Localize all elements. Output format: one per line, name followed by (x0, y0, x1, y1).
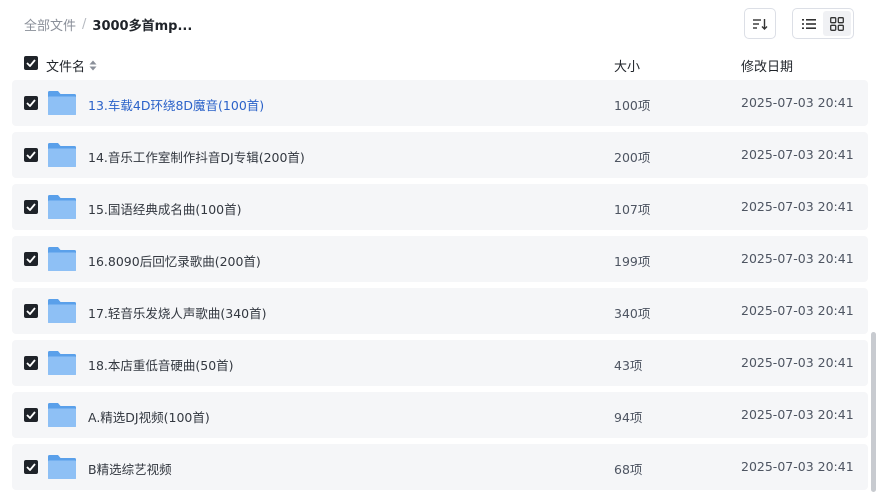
file-list: 13.车载4D环绕8D魔音(100首) 100项 2025-07-03 20:41 1… (12, 80, 868, 495)
file-name[interactable]: 16.8090后回忆录歌曲(200首) (88, 251, 261, 270)
row-checkbox[interactable] (24, 460, 38, 474)
checkmark-icon (26, 99, 36, 107)
file-name[interactable]: 14.音乐工作室制作抖音DJ专辑(200首) (88, 147, 305, 166)
file-row[interactable]: 13.车载4D环绕8D魔音(100首) 100项 2025-07-03 20:41 (12, 80, 868, 126)
sort-descending-icon (753, 18, 768, 30)
folder-icon (47, 89, 77, 116)
folder-icon (47, 401, 77, 428)
sort-toggle-icon (89, 60, 97, 71)
checkmark-icon (26, 59, 36, 67)
breadcrumb: 全部文件 / 3000多首mp... (24, 15, 192, 34)
select-all-checkbox[interactable] (24, 56, 38, 70)
file-size: 94项 (614, 410, 643, 425)
breadcrumb-current-folder: 3000多首mp... (92, 19, 193, 34)
file-size: 68项 (614, 462, 643, 477)
folder-icon (47, 453, 77, 480)
grid-view-button[interactable] (823, 11, 851, 36)
file-name[interactable]: 17.轻音乐发烧人声歌曲(340首) (88, 303, 267, 322)
file-modified-date: 2025-07-03 20:41 (741, 147, 854, 162)
file-name[interactable]: 13.车载4D环绕8D魔音(100首) (88, 95, 264, 114)
column-header-name-label: 文件名 (46, 60, 86, 75)
row-checkbox[interactable] (24, 356, 38, 370)
file-row[interactable]: 15.国语经典成名曲(100首) 107项 2025-07-03 20:41 (12, 184, 868, 230)
vertical-scrollbar[interactable] (871, 332, 876, 492)
file-size: 100项 (614, 98, 651, 113)
top-bar: 全部文件 / 3000多首mp... (0, 0, 878, 48)
file-modified-date: 2025-07-03 20:41 (741, 459, 854, 474)
checkmark-icon (26, 463, 36, 471)
file-name[interactable]: 15.国语经典成名曲(100首) (88, 199, 242, 218)
file-modified-date: 2025-07-03 20:41 (741, 407, 854, 422)
file-size: 199项 (614, 254, 651, 269)
row-checkbox[interactable] (24, 408, 38, 422)
file-size: 340项 (614, 306, 651, 321)
row-checkbox[interactable] (24, 148, 38, 162)
checkmark-icon (26, 255, 36, 263)
file-list-header: 文件名 大小 修改日期 (12, 50, 868, 78)
column-header-name[interactable]: 文件名 (46, 56, 97, 75)
sort-button[interactable] (744, 8, 776, 39)
folder-icon (47, 141, 77, 168)
row-checkbox[interactable] (24, 200, 38, 214)
file-size: 200项 (614, 150, 651, 165)
checkmark-icon (26, 307, 36, 315)
file-row[interactable]: A.精选DJ视频(100首) 94项 2025-07-03 20:41 (12, 392, 868, 438)
list-view-icon (802, 18, 816, 29)
breadcrumb-root-link[interactable]: 全部文件 (24, 15, 76, 34)
file-modified-date: 2025-07-03 20:41 (741, 251, 854, 266)
file-row[interactable]: 17.轻音乐发烧人声歌曲(340首) 340项 2025-07-03 20:41 (12, 288, 868, 334)
view-mode-toggle (792, 8, 854, 39)
row-checkbox[interactable] (24, 96, 38, 110)
grid-view-icon (830, 16, 844, 31)
file-row[interactable]: 18.本店重低音硬曲(50首) 43项 2025-07-03 20:41 (12, 340, 868, 386)
checkmark-icon (26, 359, 36, 367)
file-name[interactable]: B精选综艺视频 (88, 459, 172, 478)
file-size: 107项 (614, 202, 651, 217)
folder-icon (47, 193, 77, 220)
file-modified-date: 2025-07-03 20:41 (741, 303, 854, 318)
row-checkbox[interactable] (24, 304, 38, 318)
folder-icon (47, 245, 77, 272)
file-modified-date: 2025-07-03 20:41 (741, 355, 854, 370)
file-row[interactable]: 14.音乐工作室制作抖音DJ专辑(200首) 200项 2025-07-03 20:… (12, 132, 868, 178)
checkmark-icon (26, 151, 36, 159)
file-name[interactable]: A.精选DJ视频(100首) (88, 407, 210, 426)
breadcrumb-separator: / (82, 17, 87, 32)
file-row[interactable]: B精选综艺视频 68项 2025-07-03 20:41 (12, 444, 868, 490)
column-header-modified[interactable]: 修改日期 (741, 56, 793, 75)
file-modified-date: 2025-07-03 20:41 (741, 95, 854, 110)
list-view-button[interactable] (795, 11, 823, 36)
checkmark-icon (26, 411, 36, 419)
file-row[interactable]: 16.8090后回忆录歌曲(200首) 199项 2025-07-03 20:41 (12, 236, 868, 282)
folder-icon (47, 349, 77, 376)
file-modified-date: 2025-07-03 20:41 (741, 199, 854, 214)
row-checkbox[interactable] (24, 252, 38, 266)
file-size: 43项 (614, 358, 643, 373)
file-name[interactable]: 18.本店重低音硬曲(50首) (88, 355, 234, 374)
checkmark-icon (26, 203, 36, 211)
column-header-size[interactable]: 大小 (614, 56, 640, 75)
folder-icon (47, 297, 77, 324)
